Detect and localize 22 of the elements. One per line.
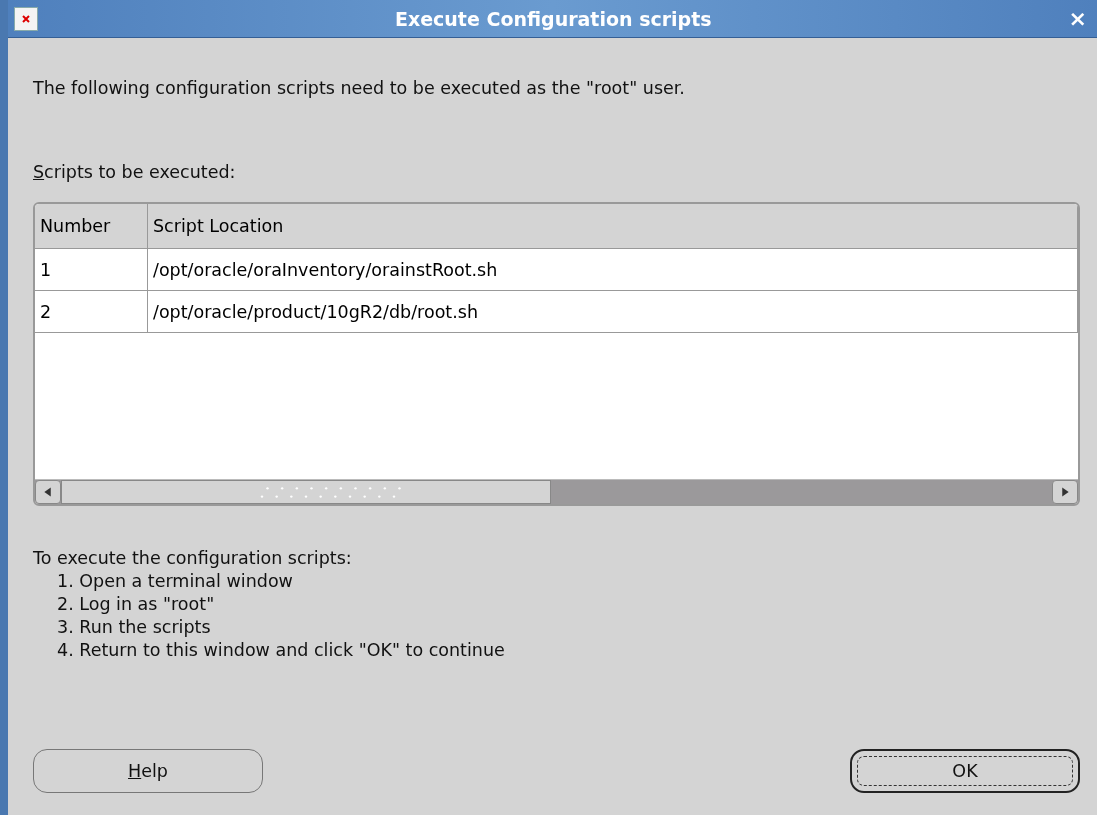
table-cell: 1 (35, 249, 148, 291)
close-button[interactable]: × (1068, 6, 1087, 31)
table-cell: 2 (35, 291, 148, 333)
column-header[interactable]: Script Location (148, 204, 1078, 249)
ok-button[interactable]: OK (850, 749, 1080, 793)
scroll-right-icon[interactable] (1052, 480, 1078, 504)
window-title: Execute Configuration scripts (393, 7, 713, 30)
horizontal-scrollbar[interactable] (35, 479, 1078, 504)
instructions-heading: To execute the configuration scripts: (33, 548, 353, 568)
table-label: Scripts to be executed: (33, 162, 237, 182)
instruction-step: 1. Open a terminal window (33, 571, 1080, 591)
scroll-left-icon[interactable] (35, 480, 61, 504)
column-header[interactable]: Number (35, 204, 148, 249)
message-text: The following configuration scripts need to be executed as the "root" user. (33, 78, 686, 98)
help-button[interactable]: Help (33, 749, 263, 793)
table-cell: /opt/oracle/oraInventory/orainstRoot.sh (148, 249, 1078, 291)
instruction-step: 3. Run the scripts (33, 617, 1080, 637)
window-menu-icon[interactable] (14, 6, 38, 31)
table-cell: /opt/oracle/product/10gR2/db/root.sh (148, 291, 1078, 333)
instruction-step: 4. Return to this window and click "OK" to continue (33, 640, 1080, 660)
scroll-thumb[interactable] (61, 480, 551, 504)
instruction-step: 2. Log in as "root" (33, 594, 1080, 614)
